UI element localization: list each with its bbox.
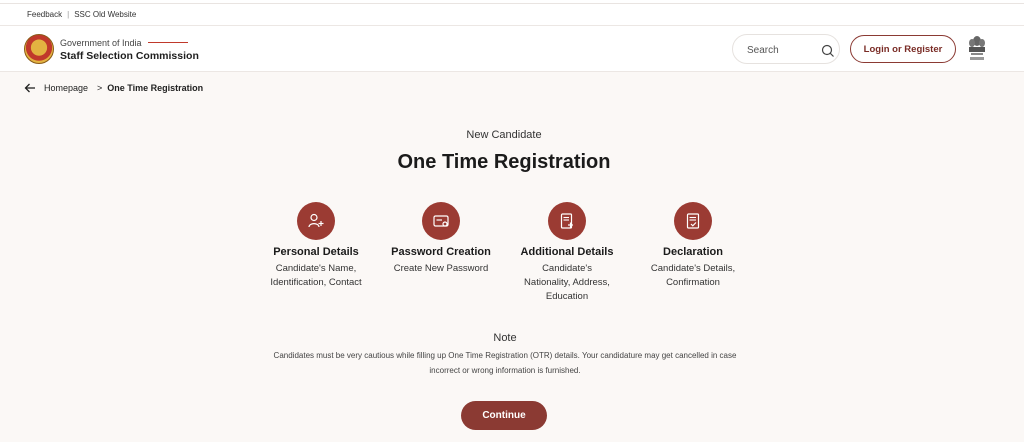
note-heading: Note (493, 332, 517, 344)
continue-button[interactable]: Continue (461, 401, 547, 430)
search-box[interactable] (732, 34, 840, 64)
step-icon-circle (422, 202, 460, 240)
step-desc-line: Confirmation (666, 277, 720, 288)
old-website-link[interactable]: SSC Old Website (74, 10, 136, 19)
step-description: Candidate's Details, Confirmation (633, 262, 753, 290)
step-password-creation: Password Creation Create New Password (381, 202, 501, 276)
step-icon-circle (297, 202, 335, 240)
ssc-logo[interactable] (24, 34, 54, 64)
search-icon[interactable] (821, 44, 835, 58)
page-subtitle: New Candidate (466, 129, 542, 141)
back-arrow-icon[interactable] (24, 82, 36, 94)
step-label: Password Creation (391, 246, 491, 258)
breadcrumb-current: One Time Registration (107, 83, 204, 93)
step-declaration: Declaration Candidate's Details, Confirm… (633, 202, 753, 290)
step-additional-details: Additional Details Candidate's Nationali… (507, 202, 627, 304)
breadcrumb-separator: > (97, 83, 103, 93)
search-input[interactable] (747, 42, 817, 58)
login-register-button[interactable]: Login or Register (850, 35, 956, 63)
password-card-icon (433, 215, 449, 227)
step-desc-line: Candidate's (542, 263, 592, 274)
utility-bar: Feedback | SSC Old Website (0, 4, 1024, 26)
step-desc-line: Education (545, 291, 589, 302)
document-check-icon (686, 213, 700, 229)
user-add-icon (308, 213, 324, 228)
page-title: One Time Registration (397, 151, 611, 173)
breadcrumb-home[interactable]: Homepage (44, 83, 88, 93)
step-desc-line: Identification, Contact (270, 277, 362, 288)
step-desc-line: Candidate's Details, (650, 263, 736, 274)
feedback-link[interactable]: Feedback (27, 10, 62, 19)
national-emblem-icon (969, 36, 985, 60)
step-personal-details: Personal Details Candidate's Name, Ident… (256, 202, 376, 290)
step-description: Create New Password (381, 262, 501, 276)
step-icon-circle (674, 202, 712, 240)
step-label: Additional Details (520, 246, 614, 258)
step-desc-line: Candidate's Name, (275, 263, 357, 274)
step-icon-circle (548, 202, 586, 240)
step-label: Personal Details (273, 246, 359, 258)
step-desc-line: Nationality, Address, (524, 277, 610, 288)
org-name[interactable]: Staff Selection Commission (60, 50, 199, 62)
document-add-icon (560, 213, 573, 229)
step-description: Candidate's Name, Identification, Contac… (256, 262, 376, 290)
step-description: Candidate's Nationality, Address, Educat… (507, 262, 627, 304)
breadcrumb: Homepage > One Time Registration (24, 80, 203, 96)
step-desc-line: Create New Password (393, 263, 489, 274)
org-divider-line (148, 42, 188, 43)
note-text: Candidates must be very cautious while f… (273, 351, 737, 375)
site-header: Government of India Staff Selection Comm… (0, 26, 1024, 72)
step-label: Declaration (663, 246, 723, 258)
utility-separator: | (67, 10, 70, 19)
org-government: Government of India (60, 38, 142, 48)
